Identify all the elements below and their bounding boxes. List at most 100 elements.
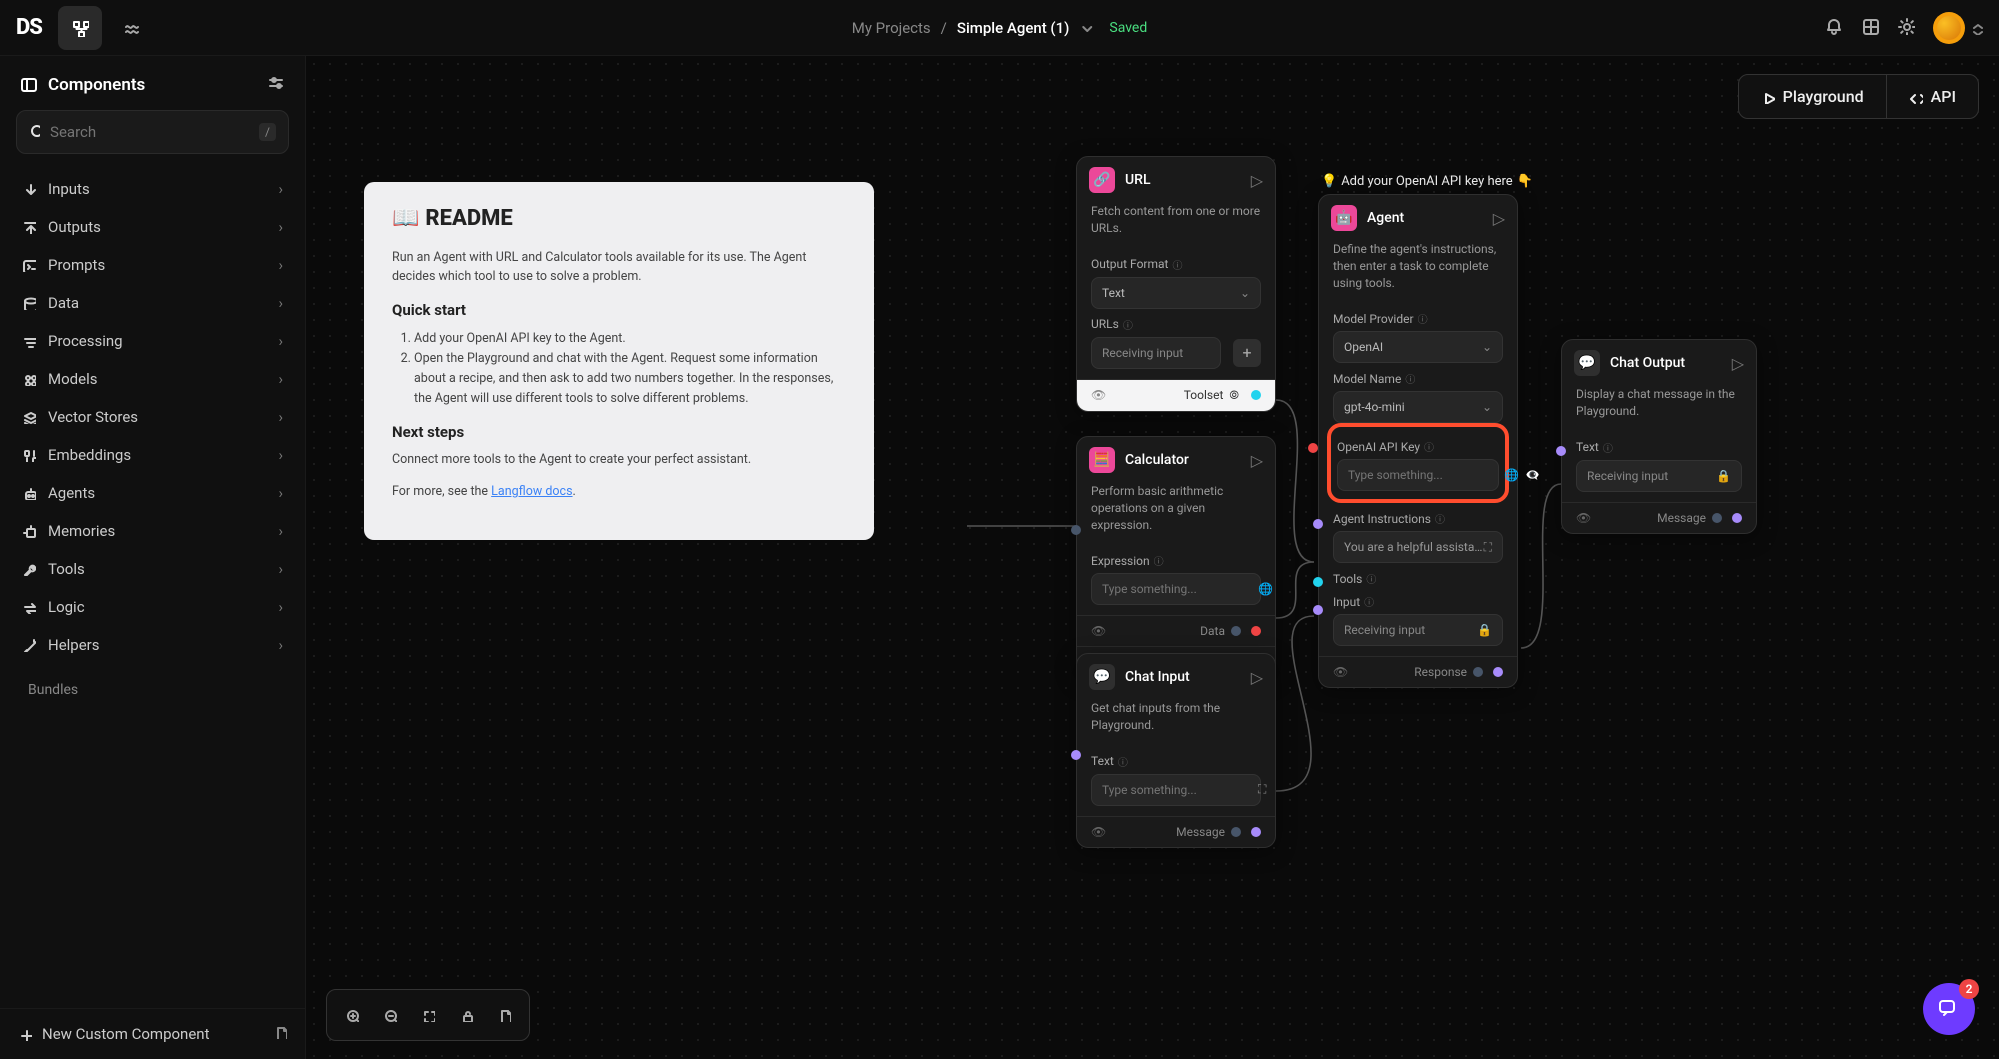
- chatin-footer: Message: [1176, 825, 1225, 839]
- agent-resp-port[interactable]: [1473, 667, 1483, 677]
- agent-node-icon: 🤖: [1331, 205, 1357, 231]
- view-alt-button[interactable]: [110, 6, 154, 50]
- breadcrumb-current[interactable]: Simple Agent (1): [957, 19, 1070, 37]
- sidebar-item-memories[interactable]: Memories›: [8, 512, 297, 550]
- chatout-text-label: Textⓘ: [1576, 440, 1742, 455]
- play-icon[interactable]: ▷: [1251, 668, 1263, 687]
- sidebar-item-tools[interactable]: Tools›: [8, 550, 297, 588]
- chatout-text-input[interactable]: Receiving input 🔒: [1576, 460, 1742, 492]
- play-icon[interactable]: ▷: [1732, 354, 1744, 373]
- calc-data-port2[interactable]: [1251, 626, 1261, 636]
- chatout-out-port2[interactable]: [1732, 513, 1742, 523]
- globe-icon[interactable]: 🌐: [1504, 468, 1519, 482]
- chatin-out-port2[interactable]: [1251, 827, 1261, 837]
- fit-view-button[interactable]: [409, 996, 447, 1034]
- agent-input-field[interactable]: Receiving input 🔒: [1333, 614, 1503, 646]
- sidebar-item-processing[interactable]: Processing›: [8, 322, 297, 360]
- chat-input-node[interactable]: 💬 Chat Input ▷ Get chat inputs from the …: [1076, 653, 1276, 848]
- sidebar-item-vector-stores[interactable]: Vector Stores›: [8, 398, 297, 436]
- chevron-down-icon[interactable]: [1079, 21, 1093, 35]
- instructions-input[interactable]: You are a helpful assistant that can ⛶: [1333, 531, 1503, 563]
- chatin-port[interactable]: [1071, 750, 1081, 760]
- play-icon: [1761, 90, 1775, 104]
- settings-icon[interactable]: [267, 74, 285, 96]
- apikey-input[interactable]: 🌐👁‍🗨: [1337, 459, 1499, 491]
- breadcrumb-parent[interactable]: My Projects: [852, 19, 931, 37]
- langflow-docs-link[interactable]: Langflow docs: [491, 484, 572, 499]
- chat-input-title: Chat Input: [1125, 669, 1190, 685]
- chatin-text-input[interactable]: ⛶: [1091, 774, 1261, 806]
- note-button[interactable]: [485, 996, 523, 1034]
- playground-button[interactable]: Playground: [1739, 75, 1886, 118]
- eye-icon[interactable]: 👁: [1091, 388, 1106, 402]
- panel-icon: [20, 76, 38, 94]
- expand-icon[interactable]: ⛶: [1258, 782, 1266, 797]
- intercom-badge: 2: [1959, 979, 1979, 999]
- eye-icon[interactable]: 👁: [1091, 624, 1106, 638]
- database-icon: [22, 296, 36, 310]
- sidebar-item-data[interactable]: Data›: [8, 284, 297, 322]
- chat-bubble-icon: [1937, 997, 1961, 1021]
- chat-output-desc: Display a chat message in the Playground…: [1562, 386, 1756, 428]
- sidebar-item-logic[interactable]: Logic›: [8, 588, 297, 626]
- search-field[interactable]: [50, 123, 249, 141]
- tools-port[interactable]: [1313, 577, 1323, 587]
- urls-input[interactable]: Receiving input: [1091, 337, 1221, 369]
- agent-resp-port2[interactable]: [1493, 667, 1503, 677]
- apikey-port[interactable]: [1308, 443, 1318, 453]
- gear-icon[interactable]: [1897, 17, 1915, 39]
- eye-icon[interactable]: 👁: [1091, 825, 1106, 839]
- provider-select[interactable]: OpenAI: [1333, 331, 1503, 363]
- sidebar-item-outputs[interactable]: Outputs›: [8, 208, 297, 246]
- search-input[interactable]: /: [16, 110, 289, 154]
- agent-input-port[interactable]: [1313, 605, 1323, 615]
- lock-button[interactable]: [447, 996, 485, 1034]
- sidebar-item-embeddings[interactable]: Embeddings›: [8, 436, 297, 474]
- eye-off-icon[interactable]: 👁‍🗨: [1525, 468, 1540, 482]
- bell-icon[interactable]: [1825, 17, 1843, 39]
- graph-icon: [71, 19, 89, 37]
- url-footer-label: Toolset: [1184, 388, 1224, 402]
- sidebar-item-helpers[interactable]: Helpers›: [8, 626, 297, 664]
- output-format-select[interactable]: Text: [1091, 277, 1261, 309]
- api-button[interactable]: API: [1886, 75, 1978, 118]
- chatout-port[interactable]: [1556, 446, 1566, 456]
- calc-input-port[interactable]: [1071, 525, 1081, 535]
- globe-icon[interactable]: 🌐: [1258, 582, 1273, 596]
- instr-port[interactable]: [1313, 519, 1323, 529]
- play-icon[interactable]: ▷: [1251, 451, 1263, 470]
- file-icon: [273, 1025, 287, 1043]
- chatin-out-port[interactable]: [1231, 827, 1241, 837]
- eye-icon[interactable]: 👁: [1333, 665, 1348, 679]
- view-graph-button[interactable]: [58, 6, 102, 50]
- zoom-out-button[interactable]: [371, 996, 409, 1034]
- play-icon[interactable]: ▷: [1493, 209, 1505, 228]
- agent-node[interactable]: 🤖 Agent ▷ Define the agent's instruction…: [1318, 194, 1518, 688]
- docs-icon[interactable]: [1861, 17, 1879, 39]
- url-output-port[interactable]: [1251, 390, 1261, 400]
- sidebar-item-agents[interactable]: Agents›: [8, 474, 297, 512]
- sidebar-item-models[interactable]: Models›: [8, 360, 297, 398]
- model-select[interactable]: gpt-4o-mini: [1333, 391, 1503, 423]
- chat-output-node[interactable]: 💬 Chat Output ▷ Display a chat message i…: [1561, 339, 1757, 534]
- add-url-button[interactable]: +: [1233, 339, 1261, 367]
- logo[interactable]: DS: [16, 15, 42, 40]
- sidebar-item-prompts[interactable]: Prompts›: [8, 246, 297, 284]
- eye-icon[interactable]: 👁: [1576, 511, 1591, 525]
- play-icon[interactable]: ▷: [1251, 171, 1263, 190]
- expand-icon[interactable]: ⛶: [1484, 540, 1492, 555]
- calculator-node[interactable]: 🧮 Calculator ▷ Perform basic arithmetic …: [1076, 436, 1276, 678]
- user-menu[interactable]: [1933, 12, 1983, 44]
- intercom-button[interactable]: 2: [1923, 983, 1975, 1035]
- canvas[interactable]: Playground API 📖 README Run an Agent wit…: [306, 56, 1999, 1059]
- readme-node[interactable]: 📖 README Run an Agent with URL and Calcu…: [364, 182, 874, 540]
- new-custom-component-button[interactable]: New Custom Component: [0, 1008, 305, 1059]
- zoom-in-button[interactable]: [333, 996, 371, 1034]
- instructions-label: Agent Instructionsⓘ: [1333, 511, 1503, 526]
- sidebar-item-inputs[interactable]: Inputs›: [8, 170, 297, 208]
- calc-data-port[interactable]: [1231, 626, 1241, 636]
- expression-input[interactable]: 🌐: [1091, 573, 1261, 605]
- url-node[interactable]: 🔗 URL ▷ Fetch content from one or more U…: [1076, 156, 1276, 412]
- wand-icon: [22, 638, 36, 652]
- chatout-out-port[interactable]: [1712, 513, 1722, 523]
